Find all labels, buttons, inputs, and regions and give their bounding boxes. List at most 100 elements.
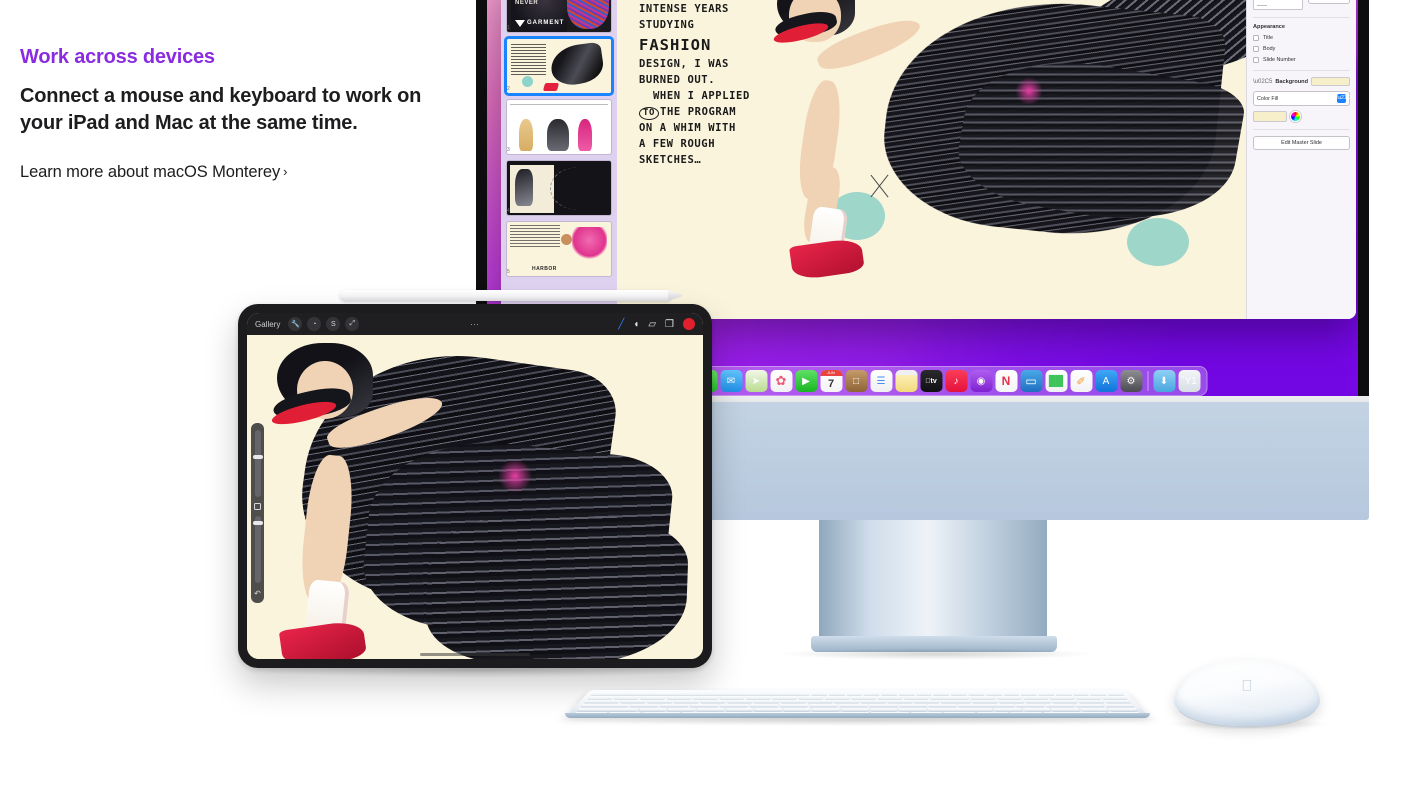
keyboard-key[interactable] <box>719 696 745 699</box>
keyboard-key[interactable] <box>1036 692 1055 696</box>
keyboard-key[interactable] <box>667 707 697 711</box>
keyboard-key[interactable] <box>1054 692 1072 696</box>
keyboard-key[interactable] <box>1019 692 1037 696</box>
keynote-window[interactable]: NEVER GARMENT 1 2 3 4 HARBOR 5 INTENSE Y… <box>501 0 1356 319</box>
keyboard-key[interactable] <box>1108 707 1138 711</box>
keyboard-key[interactable] <box>887 699 913 703</box>
keyboard-key[interactable] <box>993 707 1022 711</box>
change-master-button[interactable]: Change Master <box>1308 0 1350 4</box>
keyboard-key[interactable] <box>772 696 798 699</box>
keynote-slide-navigator[interactable]: NEVER GARMENT 1 2 3 4 HARBOR 5 <box>501 0 617 319</box>
keyboard-key[interactable] <box>870 707 898 711</box>
brush-size-slider[interactable] <box>252 430 263 497</box>
keyboard-key[interactable] <box>913 699 940 703</box>
keyboard-key[interactable] <box>745 696 771 699</box>
slide-thumbnail-5[interactable]: HARBOR 5 <box>507 222 611 276</box>
keyboard-key[interactable] <box>693 696 719 699</box>
keyboard-key[interactable] <box>620 699 648 703</box>
keyboard-key[interactable] <box>997 699 1024 703</box>
keyboard-key[interactable] <box>754 699 780 703</box>
procreate-toolbar[interactable]: Gallery 🔧 ◔ S ⤢ ⋯ ╱ ◖ ▱ ❐ <box>247 313 703 335</box>
keyboard-key[interactable] <box>725 707 754 711</box>
keyboard-key[interactable] <box>812 707 840 711</box>
keyboard-key[interactable] <box>580 703 631 707</box>
opacity-slider[interactable] <box>252 516 263 583</box>
background-color-chip[interactable] <box>1253 111 1287 122</box>
keyboard-key[interactable] <box>577 707 639 711</box>
keyboard-key[interactable] <box>696 707 725 711</box>
keyboard-key[interactable] <box>898 707 927 711</box>
dock-icon-app-store[interactable]: A <box>1095 370 1117 392</box>
brush-size-knob[interactable] <box>252 455 263 460</box>
keyboard-key[interactable] <box>915 692 932 696</box>
dock-icon-appletv[interactable]: tv <box>920 370 942 392</box>
keyboard-key[interactable] <box>1071 692 1090 696</box>
magic-mouse[interactable]:  <box>1174 660 1320 728</box>
keyboard-key[interactable] <box>614 696 641 699</box>
keyboard-key[interactable] <box>783 707 811 711</box>
keyboard-key[interactable] <box>809 703 838 707</box>
dock-icon-maps[interactable]: ➤ <box>745 370 767 392</box>
keyboard-key[interactable] <box>690 703 720 707</box>
adjustments-icon[interactable]: ◔ <box>307 317 322 331</box>
transform-icon[interactable]: ⤢ <box>345 317 360 331</box>
keyboard-key[interactable] <box>807 699 833 703</box>
keyboard-key[interactable] <box>903 696 929 699</box>
keyboard-key[interactable] <box>1103 699 1131 703</box>
keyboard-key[interactable] <box>1024 699 1051 703</box>
keyboard-key[interactable] <box>719 703 749 707</box>
keyboard-key[interactable] <box>928 703 957 707</box>
keyboard-key[interactable] <box>940 699 971 703</box>
dock-icon-system-preferences[interactable]: ⚙ <box>1120 370 1142 392</box>
keyboard-key[interactable] <box>584 699 622 703</box>
keyboard-key[interactable] <box>863 692 880 696</box>
layers-icon[interactable]: ❐ <box>665 319 674 330</box>
opacity-knob[interactable] <box>252 521 263 526</box>
keyboard-key[interactable] <box>1074 696 1101 699</box>
keyboard-key[interactable] <box>971 699 998 703</box>
slide-thumbnail-4[interactable]: 4 <box>507 161 611 215</box>
keyboard-key[interactable] <box>950 692 967 696</box>
keyboard-key[interactable] <box>1044 703 1075 707</box>
keyboard-key[interactable] <box>877 696 902 699</box>
checkbox-body[interactable]: Body <box>1253 46 1350 52</box>
keyboard-key[interactable] <box>860 699 886 703</box>
keyboard-key[interactable] <box>638 707 668 711</box>
keyboard-key[interactable] <box>869 703 898 707</box>
background-section-header[interactable]: \u02C5 Background <box>1253 77 1350 86</box>
checkbox-box-body[interactable] <box>1253 46 1259 52</box>
slide-thumbnail-1[interactable]: NEVER GARMENT 1 <box>507 0 611 32</box>
background-fill-select[interactable]: Color Fill \u21C5 <box>1253 91 1353 106</box>
keyboard-key[interactable] <box>841 707 869 711</box>
slide-thumbnail-2[interactable]: 2 <box>507 39 611 93</box>
keyboard-key[interactable] <box>1103 703 1135 707</box>
keyboard-key[interactable] <box>640 696 667 699</box>
dock-icon-keynote[interactable]: ▭ <box>1020 370 1042 392</box>
keyboard-key[interactable] <box>828 692 845 696</box>
magic-keyboard[interactable] <box>565 668 1150 718</box>
keyboard-key[interactable] <box>811 692 828 696</box>
keyboard-key[interactable] <box>846 692 862 696</box>
keyboard-key[interactable] <box>1106 692 1124 696</box>
checkbox-title[interactable]: Title <box>1253 35 1350 41</box>
selection-icon[interactable]: S <box>326 317 341 331</box>
eraser-icon[interactable]: ▱ <box>648 319 656 330</box>
keyboard-key[interactable] <box>824 696 850 699</box>
keyboard-key[interactable] <box>929 696 970 699</box>
keyboard-key[interactable] <box>933 692 950 696</box>
paint-brush-icon[interactable]: ╱ <box>618 319 624 330</box>
keyboard-key[interactable] <box>1100 696 1128 699</box>
keyboard-key[interactable] <box>967 692 985 696</box>
chevron-down-icon[interactable]: \u02C5 <box>1253 79 1272 85</box>
keyboard-key[interactable] <box>798 696 824 699</box>
keyboard-key[interactable] <box>996 696 1022 699</box>
keyboard-key[interactable] <box>754 707 783 711</box>
keyboard-key[interactable] <box>749 703 779 707</box>
dock-icon-notes[interactable] <box>895 370 917 392</box>
keyboard-key[interactable] <box>780 699 807 703</box>
keyboard-key[interactable] <box>727 699 754 703</box>
smudge-icon[interactable]: ◖ <box>633 319 639 330</box>
keyboard-key[interactable] <box>957 703 1015 707</box>
learn-more-link[interactable]: Learn more about macOS Monterey › <box>20 163 287 182</box>
edit-master-slide-button[interactable]: Edit Master Slide <box>1253 136 1350 150</box>
